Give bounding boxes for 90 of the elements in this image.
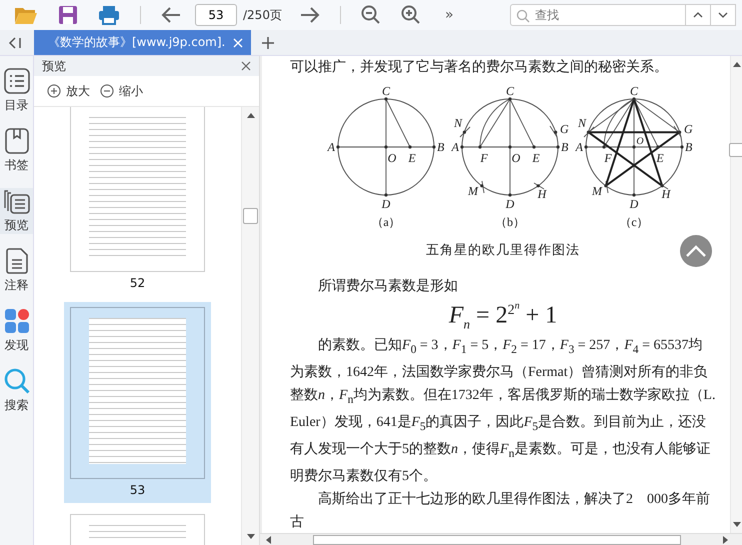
point-label: D [382,197,390,211]
chevron-up-icon [685,244,707,258]
zoom-in-button[interactable]: 放大 [44,82,93,100]
scroll-up-icon[interactable] [732,62,740,67]
point-label: O [388,151,396,165]
document-icon [4,248,28,274]
page-thumbnail-item[interactable]: 52 [64,107,211,296]
point-label: A [452,140,459,154]
paragraph: 所谓费尔马素数是形如 [317,277,459,296]
scroll-up-icon[interactable] [246,113,254,118]
point-label: C [382,84,390,98]
point-label: A [576,140,583,154]
point-label: N [454,116,462,130]
scroll-right-icon[interactable] [723,536,728,544]
point-label: O [512,151,520,165]
scrollbar[interactable] [730,56,742,533]
sidebar-item[interactable]: 搜索 [0,368,33,414]
bookmark-icon [4,128,30,154]
close-icon[interactable] [241,61,251,71]
point-label: H [662,187,670,201]
zoom-out-icon[interactable] [360,5,381,25]
point-label: E [656,151,664,165]
formula: F$_{n}$ = 2$^{2}$$^{n}$ + 1 [448,300,558,332]
point-label: D [630,197,638,211]
document-tab[interactable]: 《数学的故事》[www.j9p.com]. [34,30,252,55]
point-label: M [592,184,602,198]
forward-arrow-icon[interactable] [300,6,320,24]
scroll-thumb[interactable] [313,534,681,544]
plus-circle-icon [47,84,61,98]
figure-caption: （a） [371,214,401,231]
pages-icon [4,188,30,214]
add-tab-icon[interactable] [262,37,274,49]
chevron-up-icon [693,12,703,18]
horizontal-scrollbar[interactable] [260,533,742,545]
paragraph: 的素数。已知F$_{0}$ = 3，F$_{1}$ = 5，F$_{2}$ = 17，F$_{3}$ = 257，F$_{4}$ = 65537均为素数，1642年，法国数学家费尔马（Fermat）曾猜测对所有的非负整数n，F$_{n}$均为素数。但在1732年，客居俄罗斯的瑞士数学家欧拉（L. Euler）发现，641是F$_{5}$的真因子，因此F$_{5}$是合数。到目前为止，还没有人发现一个大于5的整数n，使得F$_{n}$是素数。可是，也没有人能够证明费尔马素数仅有5个。 [290,336,716,486]
point-label: A [328,140,335,154]
page-number: 53 [130,483,146,497]
chevron-down-icon [718,12,728,18]
scroll-down-icon[interactable] [246,534,254,539]
more-button[interactable]: » [440,7,458,23]
next-result-button[interactable] [711,4,736,26]
print-icon[interactable] [98,5,120,25]
search-field[interactable]: 查找 [510,4,686,26]
page-number-field[interactable]: 53 [195,4,237,26]
save-icon[interactable] [58,5,78,25]
paragraph: 高斯给出了正十七边形的欧几里得作图法，解决了2 000多年前古 [290,490,711,532]
point-label: B [561,140,568,154]
page-total: /250页 [243,6,282,24]
point-label: C [630,84,638,98]
point-label: D [506,197,514,211]
figure-caption: （c） [619,214,649,231]
sidebar-item[interactable]: 预览 [0,188,33,234]
sidebar-item[interactable]: 目录 [0,68,33,114]
figure-title: 五角星的欧几里得作图法 [426,241,580,259]
collapse-sidebar-icon[interactable] [8,36,22,50]
point-label: E [532,151,540,165]
sidebar-item[interactable]: 注释 [0,248,33,294]
point-label: G [560,122,569,136]
sidebar-item[interactable]: 书签 [0,128,33,174]
zoom-out-button[interactable]: 缩小 [97,82,146,100]
point-label: F [480,151,488,165]
point-label: G [684,122,693,136]
point-label: H [538,187,546,201]
scroll-thumb[interactable] [729,142,742,156]
point-label: C [506,84,514,98]
figure-caption: （b） [495,214,525,231]
minus-circle-icon [100,84,114,98]
scroll-left-icon[interactable] [266,536,271,544]
point-label: E [408,151,416,165]
sidebar-item[interactable]: 发现 [0,308,33,354]
paragraph: 可以推广，并发现了它与著名的费尔马素数之间的秘密关系。 [290,58,669,77]
search-icon [4,368,30,394]
point-label: B [437,140,444,154]
point-label: F [604,151,612,165]
list-icon [4,68,30,94]
scrollbar[interactable] [241,107,259,545]
page-number: 52 [130,276,146,290]
zoom-in-icon[interactable] [400,5,421,25]
scroll-thumb[interactable] [243,208,258,224]
point-label: N [578,116,586,130]
scroll-to-top-button[interactable] [680,235,712,267]
scroll-down-icon[interactable] [732,522,740,527]
back-arrow-icon[interactable] [161,6,181,24]
point-label: O [636,136,644,147]
point-label: M [468,184,478,198]
previous-result-button[interactable] [686,4,711,26]
panel-title: 预览 [42,58,66,74]
page-thumbnail-item[interactable]: 53 [64,302,211,503]
point-label: B [685,140,692,154]
apps-icon [4,308,30,334]
